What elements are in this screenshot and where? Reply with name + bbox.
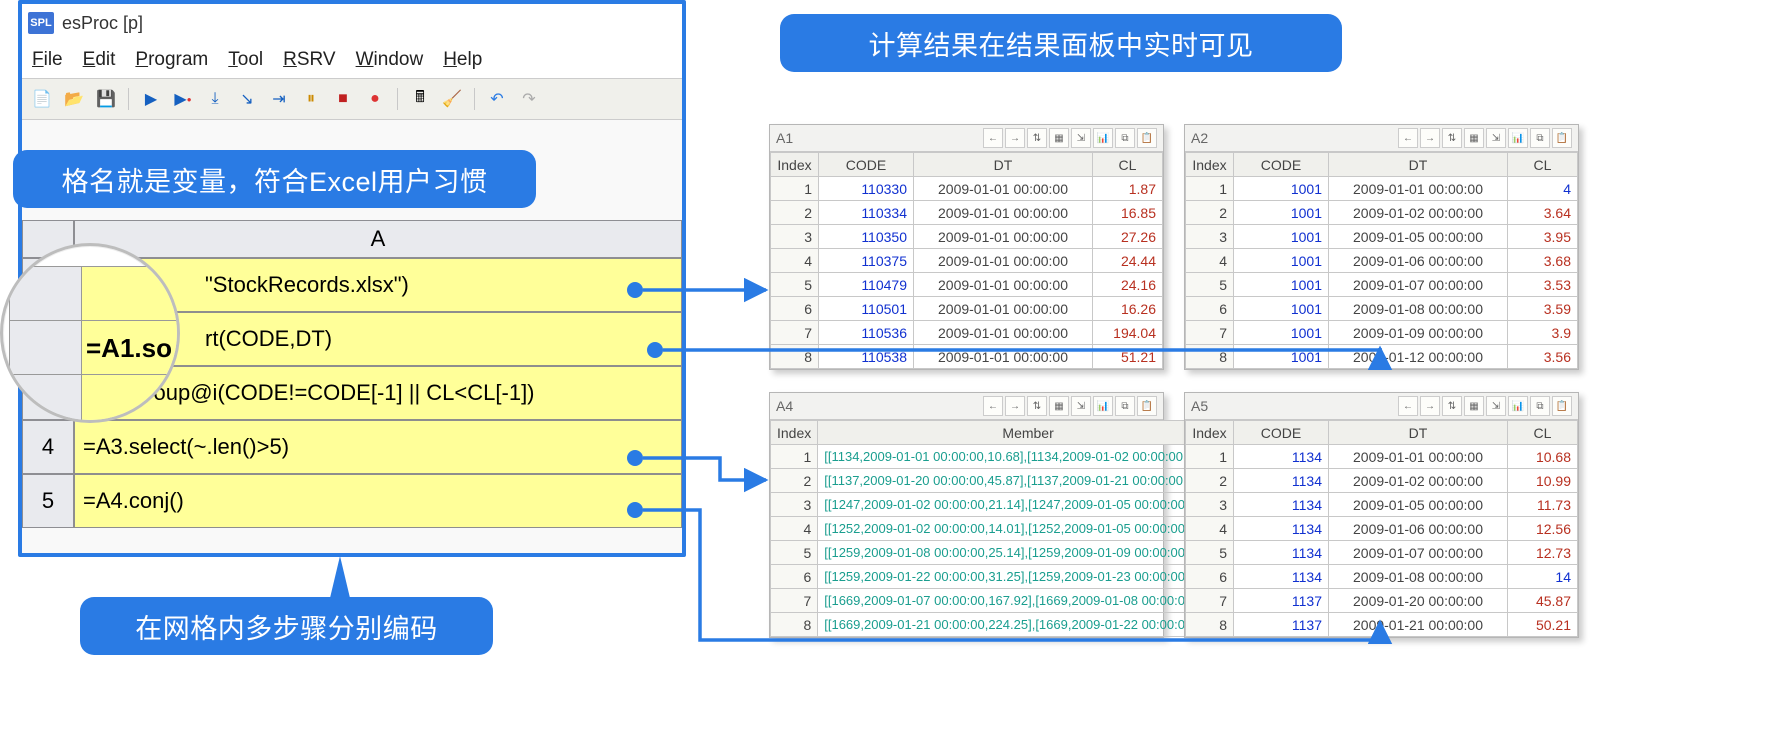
export-icon[interactable]: ⇲: [1486, 396, 1506, 416]
grid-icon[interactable]: ▦: [1464, 128, 1484, 148]
sort-icon[interactable]: ⇅: [1442, 128, 1462, 148]
nav-prev-icon[interactable]: ←: [983, 128, 1003, 148]
result-table-a4: IndexMember 1[[1134,2009-01-01 00:00:00,…: [770, 420, 1239, 637]
open-file-icon[interactable]: 📂: [62, 87, 86, 111]
sort-icon[interactable]: ⇅: [1027, 128, 1047, 148]
magnifier: =A1.so: [0, 243, 180, 423]
nav-prev-icon[interactable]: ←: [1398, 396, 1418, 416]
nav-prev-icon[interactable]: ←: [1398, 128, 1418, 148]
breakpoint-icon[interactable]: ●: [363, 87, 387, 111]
paste-icon[interactable]: 📋: [1137, 128, 1157, 148]
undo-icon[interactable]: ↶: [485, 87, 509, 111]
titlebar: SPL esProc [p]: [22, 4, 682, 42]
grid-cell-a4[interactable]: =A3.select(~.len()>5): [74, 420, 682, 474]
step-into-icon[interactable]: ↘: [235, 87, 259, 111]
run-to-cursor-icon[interactable]: ⇥: [267, 87, 291, 111]
save-icon[interactable]: 💾: [94, 87, 118, 111]
chart-icon[interactable]: 📊: [1508, 396, 1528, 416]
run-icon[interactable]: ▶: [139, 87, 163, 111]
app-logo-icon: SPL: [28, 12, 54, 34]
copy-icon[interactable]: ⧉: [1530, 396, 1550, 416]
menu-program[interactable]: Program: [135, 49, 208, 71]
nav-next-icon[interactable]: →: [1005, 396, 1025, 416]
chart-icon[interactable]: 📊: [1093, 396, 1113, 416]
menu-help[interactable]: Help: [443, 49, 482, 71]
copy-icon[interactable]: ⧉: [1115, 396, 1135, 416]
grid-cell-a5[interactable]: =A4.conj(): [74, 474, 682, 528]
paste-icon[interactable]: 📋: [1552, 128, 1572, 148]
menu-file[interactable]: File: [32, 49, 63, 71]
panel-title-a5: A5: [1191, 398, 1208, 414]
pause-icon[interactable]: ⏸: [299, 87, 323, 111]
sort-icon[interactable]: ⇅: [1442, 396, 1462, 416]
step-icon[interactable]: ⤓: [203, 87, 227, 111]
grid-row-4[interactable]: 4: [22, 420, 74, 474]
callout-results: 计算结果在结果面板中实时可见: [780, 14, 1342, 72]
grid-col-a[interactable]: A: [74, 220, 682, 258]
debug-run-icon[interactable]: ▶●: [171, 87, 195, 111]
new-file-icon[interactable]: 📄: [30, 87, 54, 111]
nav-next-icon[interactable]: →: [1420, 128, 1440, 148]
chart-icon[interactable]: 📊: [1093, 128, 1113, 148]
panel-title-a4: A4: [776, 398, 793, 414]
paste-icon[interactable]: 📋: [1137, 396, 1157, 416]
result-panel-a2: A2 ← → ⇅ ▦ ⇲ 📊 ⧉ 📋 IndexCODE DTCL 110012…: [1184, 124, 1579, 370]
menu-tool[interactable]: Tool: [228, 49, 263, 71]
app-title: esProc [p]: [62, 13, 143, 34]
copy-icon[interactable]: ⧉: [1115, 128, 1135, 148]
copy-icon[interactable]: ⧉: [1530, 128, 1550, 148]
export-icon[interactable]: ⇲: [1486, 128, 1506, 148]
menubar: File Edit Program Tool RSRV Window Help: [22, 42, 682, 78]
magnified-text: =A1.so: [81, 320, 180, 376]
export-icon[interactable]: ⇲: [1071, 128, 1091, 148]
chart-icon[interactable]: 📊: [1508, 128, 1528, 148]
toolbar: 📄 📂 💾 ▶ ▶● ⤓ ↘ ⇥ ⏸ ■ ● 🖩 🧹 ↶ ↷: [22, 78, 682, 120]
result-panel-a5: A5 ← → ⇅ ▦ ⇲ 📊 ⧉ 📋 IndexCODE DTCL 111342…: [1184, 392, 1579, 638]
menu-edit[interactable]: Edit: [83, 49, 116, 71]
panel-title-a1: A1: [776, 130, 793, 146]
result-table-a2: IndexCODE DTCL 110012009-01-01 00:00:004…: [1185, 152, 1578, 369]
menu-rsrv[interactable]: RSRV: [283, 49, 335, 71]
callout-cellname: 格名就是变量，符合Excel用户习惯: [13, 150, 536, 208]
result-table-a5: IndexCODE DTCL 111342009-01-01 00:00:001…: [1185, 420, 1578, 637]
panel-title-a2: A2: [1191, 130, 1208, 146]
result-panel-a1: A1 ← → ⇅ ▦ ⇲ 📊 ⧉ 📋 IndexCODE DTCL 111033…: [769, 124, 1164, 370]
callout-multistep: 在网格内多步骤分别编码: [80, 597, 493, 655]
grid-icon[interactable]: ▦: [1049, 128, 1069, 148]
nav-prev-icon[interactable]: ←: [983, 396, 1003, 416]
sort-icon[interactable]: ⇅: [1027, 396, 1047, 416]
grid-icon[interactable]: ▦: [1464, 396, 1484, 416]
grid-icon[interactable]: ▦: [1049, 396, 1069, 416]
export-icon[interactable]: ⇲: [1071, 396, 1091, 416]
redo-icon[interactable]: ↷: [517, 87, 541, 111]
result-table-a1: IndexCODE DTCL 11103302009-01-01 00:00:0…: [770, 152, 1163, 369]
calc-icon[interactable]: 🖩: [408, 87, 432, 111]
result-panel-a4: A4 ← → ⇅ ▦ ⇲ 📊 ⧉ 📋 IndexMember 1[[1134,2…: [769, 392, 1164, 638]
nav-next-icon[interactable]: →: [1005, 128, 1025, 148]
menu-window[interactable]: Window: [356, 49, 424, 71]
grid-row-5[interactable]: 5: [22, 474, 74, 528]
paste-icon[interactable]: 📋: [1552, 396, 1572, 416]
nav-next-icon[interactable]: →: [1420, 396, 1440, 416]
clear-icon[interactable]: 🧹: [440, 87, 464, 111]
stop-icon[interactable]: ■: [331, 87, 355, 111]
